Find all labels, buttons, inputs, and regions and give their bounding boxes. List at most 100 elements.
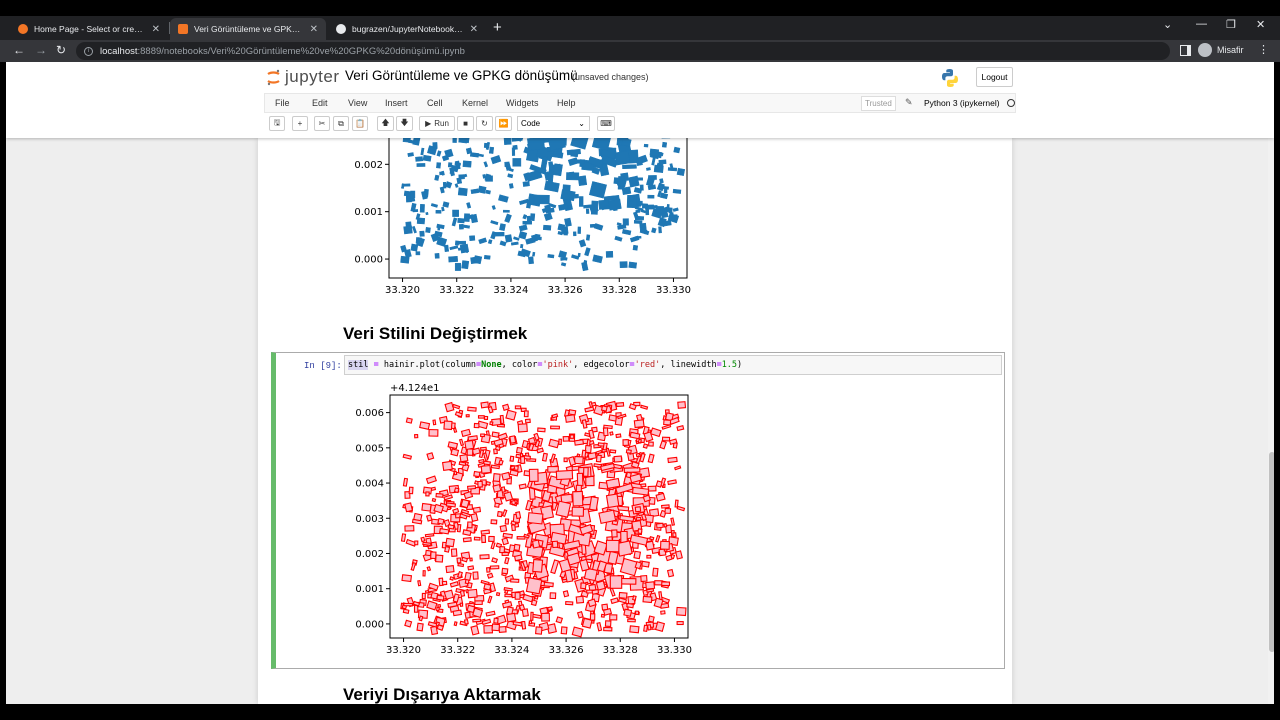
move-up-button[interactable]: 🡅 xyxy=(377,116,394,131)
address-bar[interactable]: i localhost:8889/notebooks/Veri%20Görünt… xyxy=(76,42,1170,60)
minimize-icon[interactable]: — xyxy=(1196,18,1207,30)
site-info-icon[interactable]: i xyxy=(84,46,93,56)
tab-notebook[interactable]: Veri Görüntüleme ve GPKG dönü ✕ xyxy=(170,18,326,40)
new-tab-icon[interactable]: + xyxy=(493,19,502,36)
building-footprint xyxy=(453,470,458,476)
close-icon[interactable]: ✕ xyxy=(470,24,478,35)
forward-icon[interactable]: → xyxy=(35,43,47,57)
restart-run-all-button[interactable]: ⏩ xyxy=(495,116,512,131)
restore-icon[interactable]: ❐ xyxy=(1226,18,1236,31)
building-footprint xyxy=(421,592,426,600)
building-footprint xyxy=(425,212,429,216)
building-footprint xyxy=(642,494,652,503)
markdown-heading-export: Veriyi Dışarıya Aktarmak xyxy=(343,685,541,704)
building-footprint xyxy=(425,475,437,485)
menu-insert[interactable]: Insert xyxy=(385,98,408,108)
jupyter-wordmark: jupyter xyxy=(285,67,340,86)
building-footprint xyxy=(555,616,564,624)
cell-type-select[interactable]: Code ⌄ xyxy=(517,116,590,131)
pencil-icon[interactable]: ✎ xyxy=(905,97,913,108)
building-footprint xyxy=(528,468,539,482)
browser-toolbar: ← → ↻ i localhost:8889/notebooks/Veri%20… xyxy=(0,40,1280,62)
code-token: ) xyxy=(737,360,743,370)
close-icon[interactable]: ✕ xyxy=(152,24,160,35)
close-icon[interactable]: ✕ xyxy=(310,24,318,35)
command-palette-button[interactable]: ⌨ xyxy=(597,116,615,131)
jupyter-header: jupyter Veri Görüntüleme ve GPKG dönüşüm… xyxy=(6,62,1274,138)
building-footprint xyxy=(442,201,450,208)
building-footprint xyxy=(456,523,462,533)
building-footprint xyxy=(510,499,517,506)
menu-view[interactable]: View xyxy=(348,98,367,108)
building-footprint xyxy=(534,233,541,240)
logout-button[interactable]: Logout xyxy=(976,67,1013,87)
building-footprint xyxy=(569,434,575,439)
building-footprint xyxy=(635,157,643,167)
menu-edit[interactable]: Edit xyxy=(312,98,328,108)
building-footprint xyxy=(504,593,513,598)
tab-github[interactable]: bugrazen/JupyterNotebook: Jupy ✕ xyxy=(328,18,486,40)
building-footprint xyxy=(643,143,649,148)
building-footprint xyxy=(672,188,682,194)
building-footprint xyxy=(563,457,568,463)
building-footprint xyxy=(494,502,500,508)
restart-button[interactable]: ↻ xyxy=(476,116,493,131)
building-footprint xyxy=(618,591,628,599)
building-footprint xyxy=(432,142,438,149)
cut-button[interactable]: ✂ xyxy=(314,116,330,131)
copy-button[interactable]: ⧉ xyxy=(333,116,349,131)
code-cell-selected[interactable]: In [9]: stil = hainir.plot(column=None, … xyxy=(271,352,1005,669)
scrollbar-thumb[interactable] xyxy=(1269,452,1274,652)
building-footprint xyxy=(479,554,490,560)
side-panel-icon[interactable] xyxy=(1180,45,1191,56)
building-footprint xyxy=(454,240,460,246)
building-footprint xyxy=(522,214,528,220)
building-footprint xyxy=(522,181,530,187)
menu-file[interactable]: File xyxy=(275,98,290,108)
tab-search-icon[interactable]: ⌄ xyxy=(1163,18,1172,31)
building-footprint xyxy=(454,162,461,166)
reload-icon[interactable]: ↻ xyxy=(56,43,66,57)
save-button[interactable]: 🖫 xyxy=(269,116,285,131)
building-footprint xyxy=(660,610,666,615)
menu-widgets[interactable]: Widgets xyxy=(506,98,539,108)
building-footprint xyxy=(632,595,637,601)
building-footprint xyxy=(550,559,560,575)
browser-menu-icon[interactable]: ⋮ xyxy=(1258,43,1269,56)
trusted-badge[interactable]: Trusted xyxy=(861,96,896,111)
browser-tab-bar: Home Page - Select or create a n ✕ Veri … xyxy=(0,16,1280,40)
kernel-name[interactable]: Python 3 (ipykernel) xyxy=(924,98,1000,108)
move-down-button[interactable]: 🡇 xyxy=(396,116,413,131)
building-footprint xyxy=(560,189,576,202)
jupyter-logo[interactable]: jupyter xyxy=(266,67,340,87)
building-footprint xyxy=(659,540,670,550)
building-footprint xyxy=(564,414,576,423)
tab-home[interactable]: Home Page - Select or create a n ✕ xyxy=(10,18,168,40)
menu-cell[interactable]: Cell xyxy=(427,98,443,108)
profile-button[interactable]: Misafir xyxy=(1198,43,1244,57)
code-editor[interactable]: stil = hainir.plot(column=None, color='p… xyxy=(344,355,1002,375)
interrupt-button[interactable]: ■ xyxy=(457,116,474,131)
building-footprint xyxy=(525,499,533,511)
building-footprint xyxy=(448,256,459,263)
building-footprint xyxy=(467,588,478,599)
window-close-icon[interactable]: ✕ xyxy=(1256,18,1265,31)
paste-button[interactable]: 📋 xyxy=(352,116,368,131)
building-footprint xyxy=(675,550,683,560)
building-footprint xyxy=(520,456,526,464)
building-footprint xyxy=(432,419,437,426)
building-footprint xyxy=(647,485,657,492)
insert-cell-button[interactable]: + xyxy=(292,116,308,131)
notebook-title[interactable]: Veri Görüntüleme ve GPKG dönüşümü xyxy=(345,68,578,83)
back-icon[interactable]: ← xyxy=(13,43,25,57)
building-footprint xyxy=(499,524,508,533)
building-footprint xyxy=(609,587,616,597)
building-footprint xyxy=(605,447,611,457)
building-footprint xyxy=(457,187,468,197)
menu-kernel[interactable]: Kernel xyxy=(462,98,488,108)
building-footprint xyxy=(632,244,639,251)
building-footprint xyxy=(422,154,432,162)
run-button[interactable]: ▶ Run xyxy=(419,116,455,131)
building-footprint xyxy=(518,224,528,232)
menu-help[interactable]: Help xyxy=(557,98,576,108)
